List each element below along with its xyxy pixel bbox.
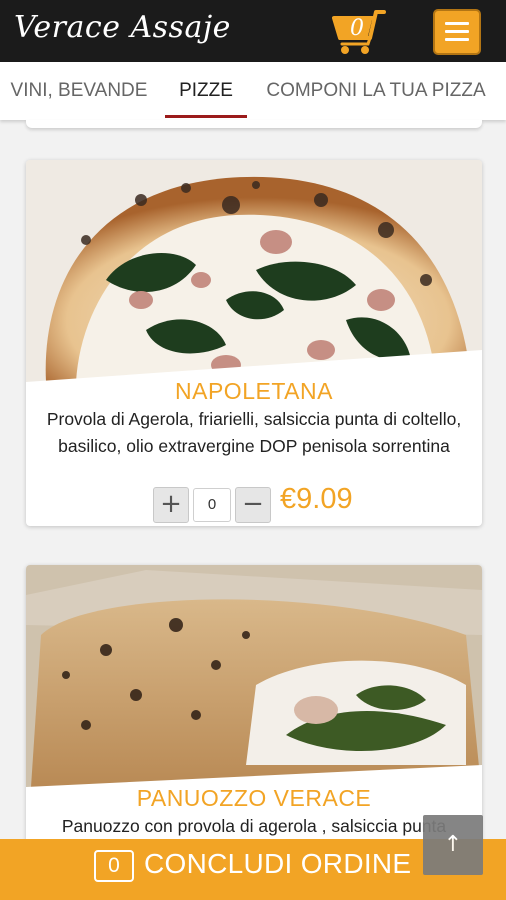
conclude-order-label: CONCLUDI ORDINE — [144, 848, 412, 879]
decrease-quantity-button[interactable]: − — [235, 487, 271, 523]
pizza-image — [26, 160, 482, 382]
tab-vini-bevande[interactable]: VINI, BEVANDE — [8, 62, 150, 120]
menu-button[interactable] — [433, 9, 481, 55]
product-card: NAPOLETANA Provola di Agerola, friariell… — [26, 160, 482, 526]
scroll-top-button[interactable]: ↑ — [423, 815, 483, 875]
logo[interactable]: Verace Assaje — [14, 10, 231, 45]
tab-pizze[interactable]: PIZZE — [165, 62, 247, 120]
quantity-input[interactable]: 0 — [193, 488, 231, 522]
product-card: PANUOZZO VERACE Panuozzo con provola di … — [26, 565, 482, 865]
increase-quantity-button[interactable]: + — [153, 487, 189, 523]
category-tabs: VINI, BEVANDE PIZZE COMPONI LA TUA PIZZA — [0, 62, 506, 120]
app-header: Verace Assaje 0 — [0, 0, 506, 62]
quantity-row: + 0 − €9.09 — [26, 483, 482, 525]
product-description: Provola di Agerola, friarielli, salsicci… — [46, 409, 462, 456]
previous-card-edge — [26, 120, 482, 128]
tab-componi-pizza[interactable]: COMPONI LA TUA PIZZA — [263, 62, 489, 120]
product-description: Panuozzo con provola di agerola , salsic… — [61, 816, 447, 836]
product-name: PANUOZZO VERACE — [136, 785, 372, 811]
cart-count-badge: 0 — [350, 16, 364, 41]
cart-button[interactable]: 0 — [330, 8, 392, 56]
order-count-badge: 0 — [94, 850, 134, 882]
panuozzo-image — [26, 565, 482, 787]
arrow-up-icon: ↑ — [443, 832, 463, 857]
product-name: NAPOLETANA — [175, 378, 333, 404]
product-price: €9.09 — [280, 483, 353, 515]
